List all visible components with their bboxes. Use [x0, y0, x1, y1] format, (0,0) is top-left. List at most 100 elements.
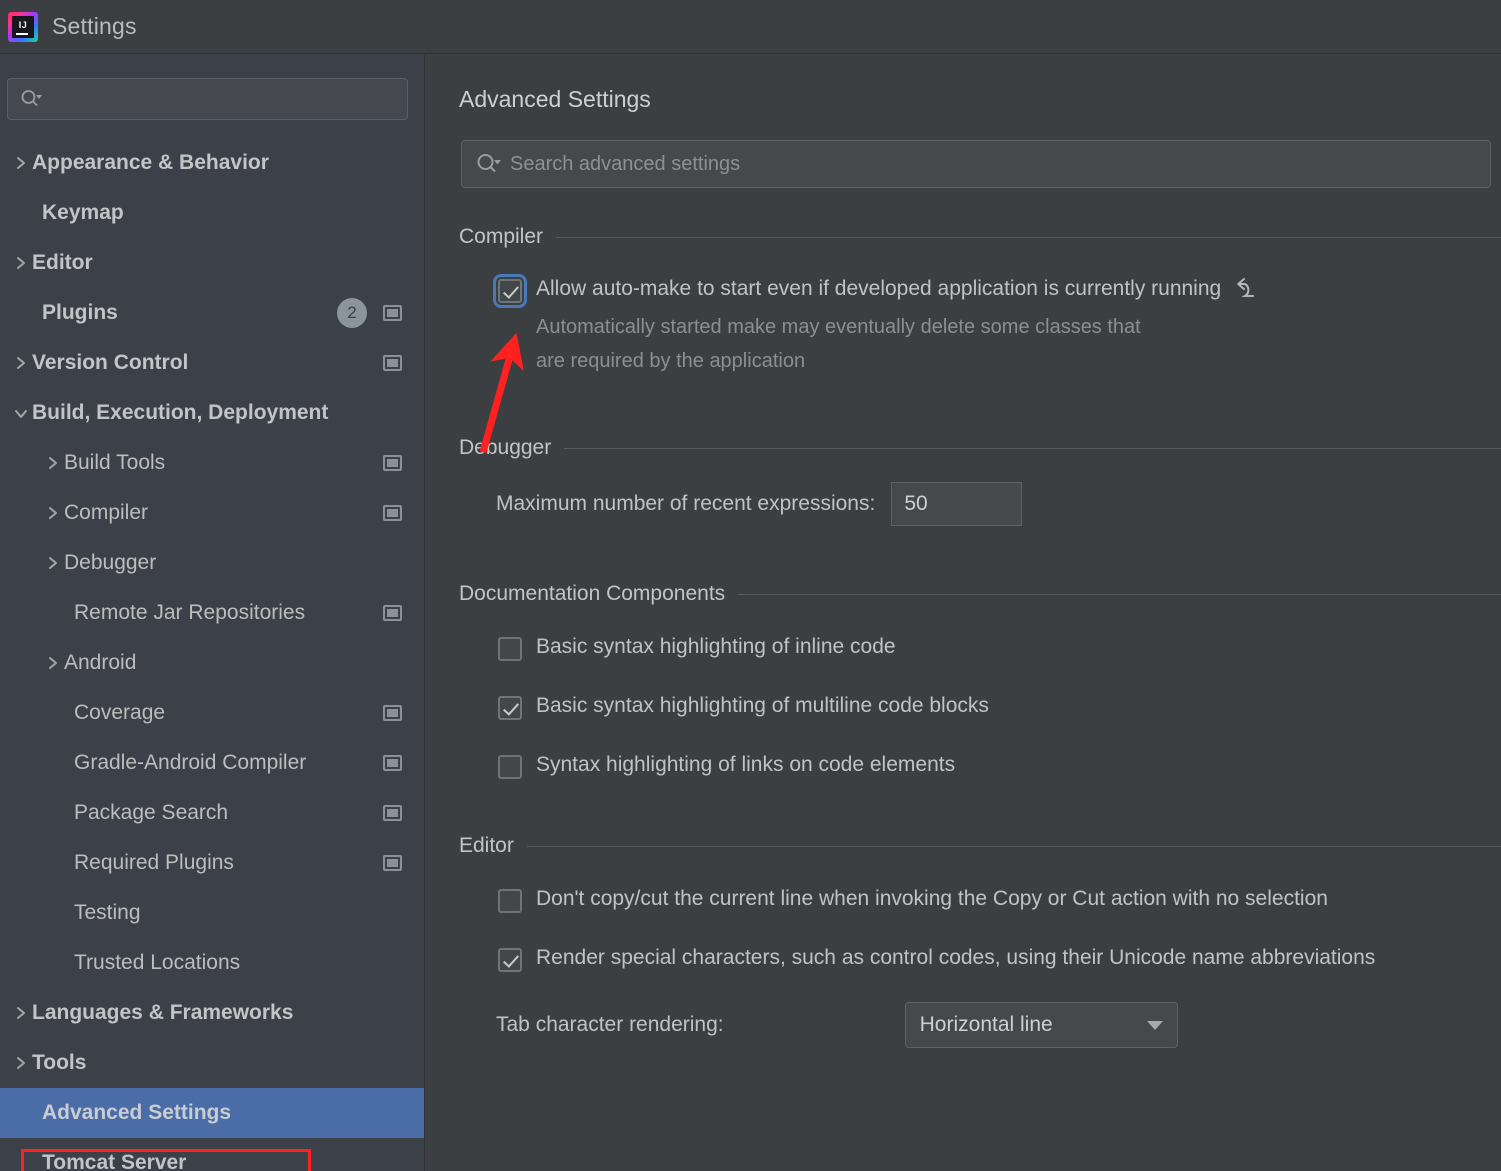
- page-title: Advanced Settings: [459, 86, 651, 112]
- sidebar-item-label: Debugger: [64, 551, 157, 574]
- sidebar-item-version-control[interactable]: Version Control: [0, 338, 424, 388]
- dropdown-value: Horizontal line: [919, 1013, 1053, 1036]
- search-icon: [20, 89, 42, 109]
- sidebar-item-required-plugins[interactable]: Required Plugins: [0, 838, 424, 888]
- sidebar-item-android[interactable]: Android: [0, 638, 424, 688]
- sidebar-item-label: Editor: [32, 251, 93, 274]
- option-basic-syntax-multiline-blocks[interactable]: Basic syntax highlighting of multiline c…: [498, 694, 1501, 720]
- checkbox-allow-auto-make[interactable]: [493, 274, 527, 308]
- chevron-right-icon[interactable]: [10, 155, 32, 171]
- section-divider: [556, 236, 1501, 238]
- max-recent-expressions-input[interactable]: [891, 482, 1023, 526]
- option-label: Don't copy/cut the current line when inv…: [536, 887, 1328, 910]
- sidebar-item-label: Testing: [74, 901, 141, 924]
- sidebar-item-advanced-settings[interactable]: Advanced Settings: [0, 1088, 424, 1138]
- sidebar-item-label: Appearance & Behavior: [32, 151, 269, 174]
- sidebar-item-label: Gradle-Android Compiler: [74, 751, 307, 774]
- intellij-idea-logo-icon: IJ: [8, 11, 38, 42]
- project-scope-icon: [383, 455, 402, 471]
- chevron-right-icon[interactable]: [10, 355, 32, 371]
- sidebar-item-label: Keymap: [42, 201, 124, 224]
- project-scope-icon: [383, 505, 402, 521]
- sidebar-item-trusted-locations[interactable]: Trusted Locations: [0, 938, 424, 988]
- sidebar-item-label: Coverage: [74, 701, 166, 724]
- section-title: Debugger: [459, 436, 552, 459]
- option-render-special-characters[interactable]: Render special characters, such as contr…: [498, 946, 1501, 972]
- chevron-right-icon[interactable]: [10, 1055, 32, 1071]
- advanced-settings-panel: Advanced Settings Compiler Allow auto-ma…: [426, 55, 1501, 1171]
- advanced-search-input[interactable]: [510, 152, 1476, 176]
- settings-window: IJ Settings Appearance & Behavior Keymap E…: [0, 0, 1501, 1171]
- checkbox-basic-syntax-inline-code[interactable]: [498, 637, 522, 661]
- field-label: Tab character rendering:: [496, 1013, 724, 1036]
- checkbox-syntax-links-code-elements[interactable]: [498, 755, 522, 779]
- option-syntax-links-code-elements[interactable]: Syntax highlighting of links on code ele…: [498, 753, 1501, 779]
- chevron-down-icon[interactable]: [10, 407, 32, 420]
- sidebar-item-label: Languages & Frameworks: [32, 1001, 294, 1024]
- section-header-compiler: Compiler: [459, 225, 1501, 249]
- sidebar-item-package-search[interactable]: Package Search: [0, 788, 424, 838]
- option-allow-auto-make[interactable]: Allow auto-make to start even if develop…: [493, 274, 1501, 308]
- sidebar-item-plugins[interactable]: Plugins 2: [0, 288, 424, 338]
- project-scope-icon: [383, 855, 402, 871]
- project-scope-icon: [383, 805, 402, 821]
- sidebar-item-label: Plugins: [42, 301, 118, 324]
- field-max-recent-expressions: Maximum number of recent expressions:: [496, 482, 1501, 526]
- plugins-update-badge: 2: [337, 298, 367, 328]
- sidebar-item-label: Trusted Locations: [74, 951, 241, 974]
- sidebar-item-remote-jar-repositories[interactable]: Remote Jar Repositories: [0, 588, 424, 638]
- checkbox-dont-copy-cut-current-line[interactable]: [498, 889, 522, 913]
- sidebar-item-label: Android: [64, 651, 137, 674]
- sidebar-item-label: Build, Execution, Deployment: [32, 401, 329, 424]
- sidebar-item-label: Advanced Settings: [42, 1101, 232, 1124]
- sidebar-item-appearance-behavior[interactable]: Appearance & Behavior: [0, 138, 424, 188]
- title-bar: IJ Settings: [0, 0, 1501, 54]
- sidebar-item-label: Remote Jar Repositories: [74, 601, 306, 624]
- sidebar-item-label: Required Plugins: [74, 851, 234, 874]
- sidebar-item-label: Tomcat Server: [42, 1151, 187, 1171]
- chevron-right-icon[interactable]: [42, 455, 64, 471]
- sidebar-item-coverage[interactable]: Coverage: [0, 688, 424, 738]
- section-title: Editor: [459, 834, 514, 857]
- sidebar-item-debugger[interactable]: Debugger: [0, 538, 424, 588]
- sidebar-item-build-execution-deployment[interactable]: Build, Execution, Deployment: [0, 388, 424, 438]
- section-divider: [526, 845, 1501, 847]
- chevron-right-icon[interactable]: [42, 655, 64, 671]
- advanced-search-box[interactable]: [461, 140, 1491, 188]
- sidebar-item-label: Package Search: [74, 801, 229, 824]
- sidebar-item-tools[interactable]: Tools: [0, 1038, 424, 1088]
- sidebar-item-label: Tools: [32, 1051, 87, 1074]
- section-header-debugger: Debugger: [459, 436, 1501, 460]
- chevron-right-icon[interactable]: [42, 555, 64, 571]
- sidebar-item-languages-frameworks[interactable]: Languages & Frameworks: [0, 988, 424, 1038]
- option-basic-syntax-inline-code[interactable]: Basic syntax highlighting of inline code: [498, 635, 1501, 661]
- chevron-right-icon[interactable]: [42, 505, 64, 521]
- revert-arrow-icon[interactable]: [1235, 277, 1263, 301]
- option-label: Allow auto-make to start even if develop…: [536, 277, 1222, 300]
- field-tab-character-rendering: Tab character rendering: Horizontal line: [496, 1002, 1501, 1048]
- option-description: Automatically started make may eventuall…: [536, 316, 1141, 372]
- sidebar-item-build-tools[interactable]: Build Tools: [0, 438, 424, 488]
- sidebar-item-compiler[interactable]: Compiler: [0, 488, 424, 538]
- option-dont-copy-cut-current-line[interactable]: Don't copy/cut the current line when inv…: [498, 887, 1501, 913]
- checkbox-basic-syntax-multiline-blocks[interactable]: [498, 696, 522, 720]
- sidebar-item-testing[interactable]: Testing: [0, 888, 424, 938]
- settings-tree: Appearance & Behavior Keymap Editor Plugins…: [0, 138, 424, 1171]
- settings-sidebar: Appearance & Behavior Keymap Editor Plugins…: [0, 55, 425, 1171]
- option-label: Basic syntax highlighting of multiline c…: [536, 694, 989, 717]
- tab-character-rendering-dropdown[interactable]: Horizontal line: [904, 1002, 1178, 1048]
- sidebar-item-editor[interactable]: Editor: [0, 238, 424, 288]
- chevron-right-icon[interactable]: [10, 255, 32, 271]
- sidebar-search-input[interactable]: [48, 89, 395, 109]
- chevron-right-icon[interactable]: [10, 1005, 32, 1021]
- option-label: Render special characters, such as contr…: [536, 946, 1376, 969]
- project-scope-icon: [383, 305, 402, 321]
- sidebar-item-gradle-android-compiler[interactable]: Gradle-Android Compiler: [0, 738, 424, 788]
- checkbox-render-special-characters[interactable]: [498, 948, 522, 972]
- section-divider: [738, 593, 1501, 595]
- sidebar-search-box[interactable]: [7, 78, 408, 120]
- option-label: Basic syntax highlighting of inline code: [536, 635, 896, 658]
- sidebar-item-tomcat-server[interactable]: Tomcat Server: [0, 1138, 424, 1171]
- sidebar-item-label: Build Tools: [64, 451, 166, 474]
- sidebar-item-keymap[interactable]: Keymap: [0, 188, 424, 238]
